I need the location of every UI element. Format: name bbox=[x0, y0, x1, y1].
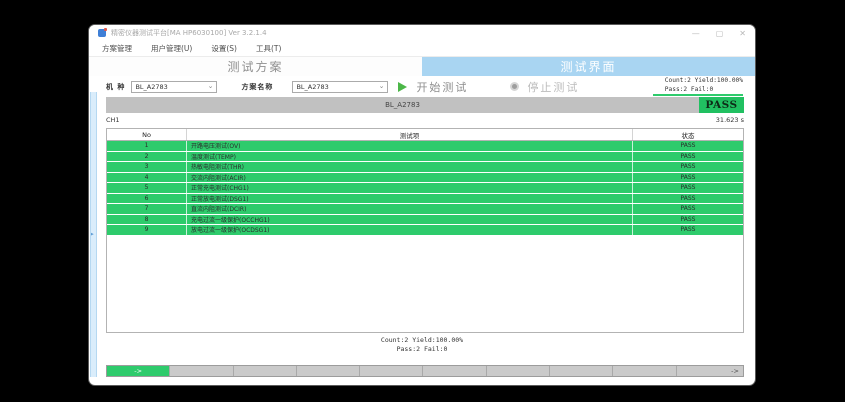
progress-segment: -> bbox=[107, 366, 170, 376]
header-status: 状态 bbox=[633, 130, 743, 140]
progress-segment bbox=[170, 366, 233, 376]
row-item: 热敏电阻测试(THR) bbox=[187, 162, 633, 172]
channel-progress-bar: -> -> bbox=[106, 365, 744, 377]
table-row[interactable]: 8 充电过流一级保护(OCCHG1) PASS bbox=[107, 215, 743, 226]
plan-name-select-value: BL_A2783 bbox=[296, 83, 328, 91]
start-test-button[interactable]: 开始测试 bbox=[416, 79, 468, 95]
row-no: 8 bbox=[107, 215, 187, 225]
bottom-pass-fail: Pass:2 Fail:0 bbox=[89, 345, 755, 354]
row-no: 1 bbox=[107, 141, 187, 151]
header-no: No bbox=[107, 129, 187, 140]
progress-segment bbox=[550, 366, 613, 376]
progress-segment bbox=[297, 366, 360, 376]
tab-row: 测试方案 测试界面 bbox=[89, 57, 755, 76]
table-row[interactable]: 3 热敏电阻测试(THR) PASS bbox=[107, 162, 743, 173]
table-row[interactable]: 1 开路电压测试(OV) PASS bbox=[107, 141, 743, 152]
menu-item-tools[interactable]: 工具(T) bbox=[256, 43, 281, 54]
menu-item-settings[interactable]: 设置(S) bbox=[211, 43, 237, 54]
menu-item-plan-management[interactable]: 方案管理 bbox=[102, 43, 132, 54]
table-row[interactable]: 7 直流内阻测试(DCIR) PASS bbox=[107, 204, 743, 215]
row-no: 7 bbox=[107, 204, 187, 214]
app-icon bbox=[98, 29, 106, 37]
row-item: 正常充电测试(CHG1) bbox=[187, 183, 633, 193]
start-test-icon[interactable] bbox=[398, 82, 407, 92]
progress-segment bbox=[234, 366, 297, 376]
top-pass-fail: Pass:2 Fail:0 bbox=[665, 85, 743, 94]
row-status: PASS bbox=[633, 204, 743, 214]
app-window: 精密仪器测试平台[MA HP6030100] Ver 3.2.1.4 — ▢ ✕… bbox=[88, 24, 756, 386]
bottom-count-yield: Count:2 Yield:100.00% bbox=[89, 336, 755, 345]
result-banner: BL_A2783 PASS bbox=[106, 97, 744, 113]
test-time: 31.623 s bbox=[716, 116, 744, 124]
row-item: 正常放电测试(DSG1) bbox=[187, 194, 633, 204]
row-no: 9 bbox=[107, 225, 187, 235]
row-no: 3 bbox=[107, 162, 187, 172]
expand-panel-icon[interactable]: ▸ bbox=[91, 232, 94, 238]
table-row[interactable]: 9 放电过流一级保护(OCDSG1) PASS bbox=[107, 225, 743, 236]
row-item: 充电过流一级保护(OCCHG1) bbox=[187, 215, 633, 225]
row-item: 交流内阻测试(ACIR) bbox=[187, 173, 633, 183]
banner-model-name: BL_A2783 bbox=[106, 97, 699, 113]
minimize-button[interactable]: — bbox=[692, 29, 700, 38]
plan-name-label: 方案名称 bbox=[241, 82, 273, 92]
stop-test-icon bbox=[510, 82, 519, 91]
progress-segment bbox=[487, 366, 550, 376]
bottom-statistics: Count:2 Yield:100.00% Pass:2 Fail:0 bbox=[89, 336, 755, 354]
title-bar[interactable]: 精密仪器测试平台[MA HP6030100] Ver 3.2.1.4 — ▢ ✕ bbox=[89, 25, 755, 41]
table-header: No 测试项 状态 bbox=[107, 129, 743, 141]
progress-segment: -> bbox=[677, 366, 743, 376]
top-statistics: Count:2 Yield:100.00% Pass:2 Fail:0 bbox=[665, 76, 743, 94]
stats-green-underline bbox=[653, 94, 743, 96]
plan-name-select[interactable]: BL_A2783 ⌄ bbox=[292, 81, 388, 93]
row-status: PASS bbox=[633, 173, 743, 183]
model-select-value: BL_A2783 bbox=[135, 83, 167, 91]
row-status: PASS bbox=[633, 141, 743, 151]
table-row[interactable]: 6 正常放电测试(DSG1) PASS bbox=[107, 194, 743, 205]
row-item: 直流内阻测试(DCIR) bbox=[187, 204, 633, 214]
channel-label: CH1 bbox=[106, 116, 120, 124]
stop-test-button[interactable]: 停止测试 bbox=[527, 79, 579, 95]
table-row[interactable]: 4 交流内阻测试(ACIR) PASS bbox=[107, 173, 743, 184]
row-status: PASS bbox=[633, 225, 743, 235]
top-count-yield: Count:2 Yield:100.00% bbox=[665, 76, 743, 85]
progress-segment bbox=[613, 366, 676, 376]
row-status: PASS bbox=[633, 194, 743, 204]
channel-row: CH1 31.623 s bbox=[106, 114, 744, 126]
model-select[interactable]: BL_A2783 ⌄ bbox=[131, 81, 217, 93]
test-items-table: No 测试项 状态 1 开路电压测试(OV) PASS 2 温度测试(TEMP)… bbox=[106, 128, 744, 333]
row-no: 6 bbox=[107, 194, 187, 204]
row-no: 4 bbox=[107, 173, 187, 183]
row-status: PASS bbox=[633, 215, 743, 225]
overall-result-badge: PASS bbox=[699, 97, 744, 113]
row-item: 开路电压测试(OV) bbox=[187, 141, 633, 151]
row-item: 放电过流一级保护(OCDSG1) bbox=[187, 225, 633, 235]
screen-background: 精密仪器测试平台[MA HP6030100] Ver 3.2.1.4 — ▢ ✕… bbox=[0, 0, 845, 402]
menu-bar: 方案管理 用户管理(U) 设置(S) 工具(T) bbox=[89, 41, 755, 57]
progress-segment bbox=[360, 366, 423, 376]
row-status: PASS bbox=[633, 162, 743, 172]
row-no: 5 bbox=[107, 183, 187, 193]
progress-segment bbox=[423, 366, 486, 376]
collapsed-side-panel[interactable]: ▸ bbox=[90, 92, 97, 377]
tab-test-interface[interactable]: 测试界面 bbox=[422, 57, 755, 76]
window-title: 精密仪器测试平台[MA HP6030100] Ver 3.2.1.4 bbox=[111, 28, 267, 38]
chevron-down-icon: ⌄ bbox=[379, 83, 385, 90]
table-row[interactable]: 5 正常充电测试(CHG1) PASS bbox=[107, 183, 743, 194]
tab-test-plan[interactable]: 测试方案 bbox=[89, 57, 422, 76]
row-status: PASS bbox=[633, 152, 743, 162]
menu-item-user-management[interactable]: 用户管理(U) bbox=[151, 43, 192, 54]
maximize-button[interactable]: ▢ bbox=[716, 29, 724, 38]
row-status: PASS bbox=[633, 183, 743, 193]
header-test-item: 测试项 bbox=[187, 129, 633, 140]
row-no: 2 bbox=[107, 152, 187, 162]
chevron-down-icon: ⌄ bbox=[208, 83, 214, 90]
test-table-body: 1 开路电压测试(OV) PASS 2 温度测试(TEMP) PASS 3 热敏… bbox=[107, 141, 743, 236]
model-label: 机 种 bbox=[106, 82, 125, 92]
row-item: 温度测试(TEMP) bbox=[187, 152, 633, 162]
table-row[interactable]: 2 温度测试(TEMP) PASS bbox=[107, 152, 743, 163]
close-button[interactable]: ✕ bbox=[739, 29, 746, 38]
